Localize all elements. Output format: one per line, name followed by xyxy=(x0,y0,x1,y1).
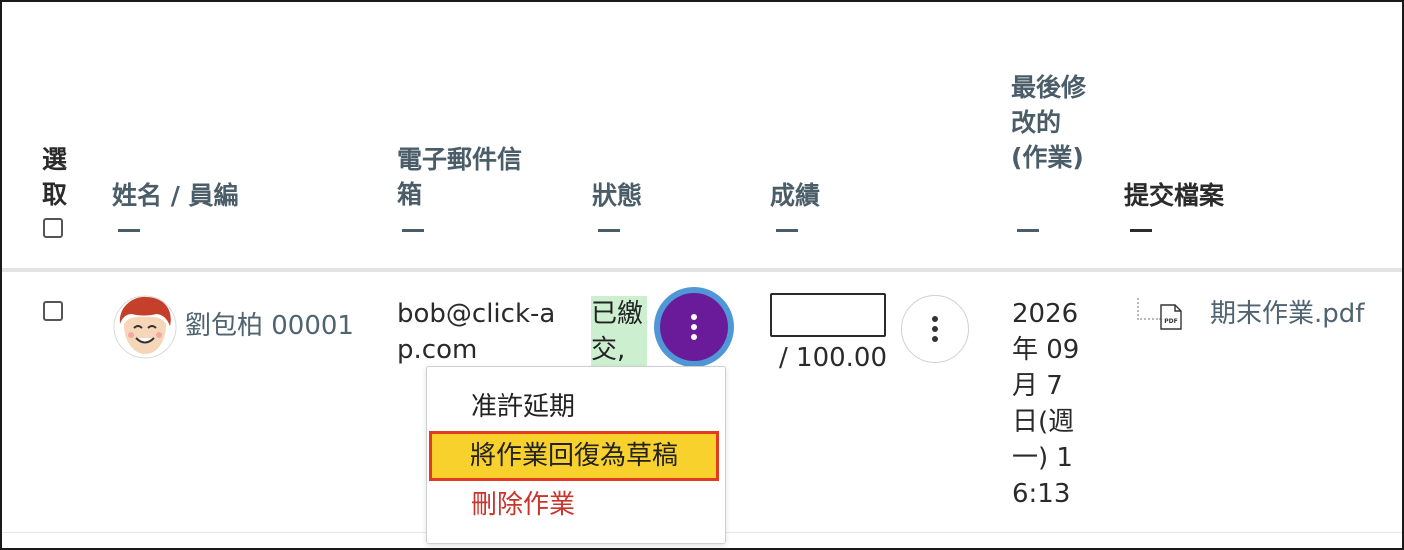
grade-max: / 100.00 xyxy=(779,343,887,373)
header-last-modified[interactable]: 最後修改的(作業) xyxy=(1011,70,1091,175)
status-badge: 已繳交, xyxy=(591,296,647,368)
student-name-link[interactable]: 劉包柏 00001 xyxy=(185,308,354,344)
header-select: 選取 xyxy=(42,145,68,209)
select-all-checkbox[interactable] xyxy=(43,218,63,238)
header-divider xyxy=(2,268,1402,272)
student-email: bob@click-ap.com xyxy=(397,299,556,365)
sort-indicator-grade[interactable] xyxy=(776,229,798,232)
menu-item-delete-submission[interactable]: 刪除作業 xyxy=(471,487,575,523)
kebab-vertical-icon xyxy=(932,316,938,342)
menu-item-grant-extension[interactable]: 准許延期 xyxy=(471,389,575,425)
header-name[interactable]: 姓名 / 員編 xyxy=(112,178,239,213)
status-action-menu: 准許延期 將作業回復為草稿 刪除作業 xyxy=(426,366,726,544)
last-modified-date: 2026年 09月 7日(週一) 16:13 xyxy=(1012,299,1080,509)
pdf-file-icon: PDF xyxy=(1160,304,1182,330)
sort-indicator-files[interactable] xyxy=(1130,229,1152,232)
sort-indicator-last-modified[interactable] xyxy=(1017,229,1039,232)
sort-indicator-status[interactable] xyxy=(598,229,620,232)
svg-text:PDF: PDF xyxy=(1164,318,1177,325)
file-tree-connector xyxy=(1137,298,1161,320)
menu-item-revert-to-draft[interactable]: 將作業回復為草稿 xyxy=(429,431,719,481)
row-select-checkbox[interactable] xyxy=(43,301,63,321)
grade-input[interactable] xyxy=(770,293,886,337)
header-status[interactable]: 狀態 xyxy=(592,178,642,213)
status-actions-button[interactable] xyxy=(654,287,734,367)
sort-indicator-name[interactable] xyxy=(118,229,140,232)
sort-indicator-email[interactable] xyxy=(402,229,424,232)
submission-file-link[interactable]: 期末作業.pdf xyxy=(1210,296,1364,332)
grade-actions-button[interactable] xyxy=(901,295,969,363)
header-files[interactable]: 提交檔案 xyxy=(1124,178,1224,213)
header-email[interactable]: 電子郵件信箱 xyxy=(397,142,537,212)
grading-table: 選取 姓名 / 員編 電子郵件信箱 狀態 成績 最後修改的(作業) 提交檔案 劉… xyxy=(0,0,1404,550)
kebab-vertical-icon xyxy=(691,314,697,340)
avatar-boy-icon xyxy=(113,295,177,359)
header-grade[interactable]: 成績 xyxy=(770,178,820,213)
